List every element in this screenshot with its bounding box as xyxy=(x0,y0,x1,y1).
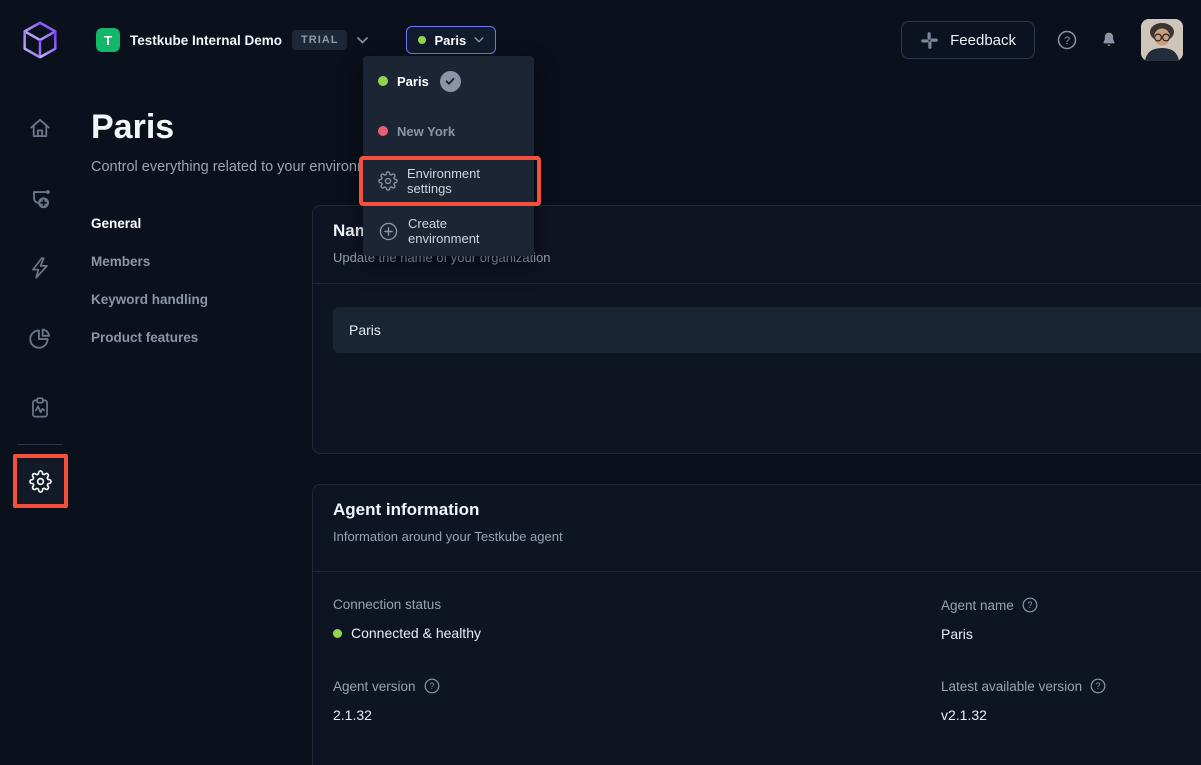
feedback-label: Feedback xyxy=(950,32,1016,49)
bell-icon xyxy=(1099,30,1119,50)
agent-card-subtitle: Information around your Testkube agent xyxy=(333,529,1201,544)
chevron-down-icon xyxy=(357,37,368,44)
org-initial-badge: T xyxy=(96,28,120,52)
connection-status-label: Connection status xyxy=(333,597,441,612)
help-circle-icon: ? xyxy=(1057,30,1077,50)
sidebar-item-insights[interactable] xyxy=(26,324,54,352)
dropdown-env-settings-label: Environment settings xyxy=(407,166,519,196)
sidebar-item-monitoring[interactable] xyxy=(26,394,54,422)
dropdown-new-york-label: New York xyxy=(397,124,455,139)
monitoring-clipboard-icon xyxy=(27,395,53,421)
sidebar-divider xyxy=(18,444,62,445)
sidebar-item-test-workflows[interactable] xyxy=(26,184,54,212)
env-status-dot xyxy=(418,36,426,44)
topbar-right-group: Feedback ? xyxy=(901,19,1201,61)
insights-pie-icon xyxy=(27,325,53,351)
dropdown-item-create-environment[interactable]: Create environment xyxy=(363,206,534,256)
nav-item-product-features[interactable]: Product features xyxy=(91,319,312,357)
main-content: Paris Control everything related to your… xyxy=(80,80,1201,765)
healthy-status-dot xyxy=(333,629,342,638)
help-circle-icon[interactable]: ? xyxy=(424,678,440,694)
selected-check-icon xyxy=(440,71,461,92)
dropdown-item-new-york[interactable]: New York xyxy=(363,106,534,156)
organization-switcher[interactable]: T Testkube Internal Demo TRIAL xyxy=(96,28,368,52)
connection-status-field: Connection status Connected & healthy xyxy=(333,597,941,642)
sidebar-item-triggers[interactable] xyxy=(26,254,54,282)
home-icon xyxy=(27,115,53,141)
connection-status-value: Connected & healthy xyxy=(351,625,481,641)
sidebar xyxy=(0,80,80,765)
settings-gear-icon xyxy=(29,470,52,493)
agent-version-field: Agent version ? 2.1.32 xyxy=(333,678,941,723)
latest-version-label: Latest available version xyxy=(941,679,1082,694)
help-button[interactable]: ? xyxy=(1057,30,1077,50)
svg-text:?: ? xyxy=(1027,600,1032,610)
plus-circle-icon xyxy=(378,221,399,242)
nav-item-general[interactable]: General xyxy=(91,205,312,243)
environment-selector-button[interactable]: Paris xyxy=(406,26,496,54)
testkube-logo[interactable] xyxy=(0,17,80,63)
latest-version-field: Latest available version ? v2.1.32 xyxy=(941,678,1201,723)
page-title: Paris xyxy=(91,108,1201,147)
page-subtitle: Control everything related to your envir… xyxy=(91,159,1201,175)
feedback-button[interactable]: Feedback xyxy=(901,21,1035,59)
env-selected-label: Paris xyxy=(434,33,466,48)
dropdown-paris-label: Paris xyxy=(397,74,429,89)
svg-text:?: ? xyxy=(1064,35,1070,47)
agent-card-title: Agent information xyxy=(333,500,1201,520)
settings-nav: General Members Keyword handling Product… xyxy=(91,205,312,765)
notifications-button[interactable] xyxy=(1099,30,1119,50)
agent-version-value: 2.1.32 xyxy=(333,707,372,723)
user-avatar[interactable] xyxy=(1141,19,1183,61)
slack-icon xyxy=(920,31,939,50)
dropdown-item-paris[interactable]: Paris xyxy=(363,56,534,106)
dropdown-item-environment-settings[interactable]: Environment settings xyxy=(363,156,534,206)
nav-item-members[interactable]: Members xyxy=(91,243,312,281)
sidebar-item-home[interactable] xyxy=(26,114,54,142)
agent-version-label: Agent version xyxy=(333,679,416,694)
annotation-highlight-settings xyxy=(13,454,68,508)
nav-item-keyword-handling[interactable]: Keyword handling xyxy=(91,281,312,319)
paris-status-dot xyxy=(378,76,388,86)
sidebar-item-settings[interactable] xyxy=(26,467,54,495)
svg-text:?: ? xyxy=(1096,681,1101,691)
environment-name-input[interactable] xyxy=(333,307,1201,353)
latest-version-value: v2.1.32 xyxy=(941,707,987,723)
help-circle-icon[interactable]: ? xyxy=(1022,597,1038,613)
agent-name-value: Paris xyxy=(941,626,973,642)
test-workflows-icon xyxy=(27,185,53,211)
dropdown-create-env-label: Create environment xyxy=(408,216,519,246)
agent-information-card: Agent information Information around you… xyxy=(312,484,1201,765)
trial-badge: TRIAL xyxy=(292,30,347,50)
chevron-down-icon xyxy=(474,37,484,43)
gear-icon xyxy=(378,171,398,191)
environment-dropdown-menu: Paris New York Environment settings Crea… xyxy=(363,56,534,256)
agent-name-label: Agent name xyxy=(941,598,1014,613)
new-york-status-dot xyxy=(378,126,388,136)
agent-name-field: Agent name ? Paris xyxy=(941,597,1201,642)
top-bar: T Testkube Internal Demo TRIAL Paris Fee… xyxy=(0,0,1201,80)
help-circle-icon[interactable]: ? xyxy=(1090,678,1106,694)
svg-text:?: ? xyxy=(429,681,434,691)
org-name: Testkube Internal Demo xyxy=(130,33,282,48)
triggers-icon xyxy=(27,255,53,281)
